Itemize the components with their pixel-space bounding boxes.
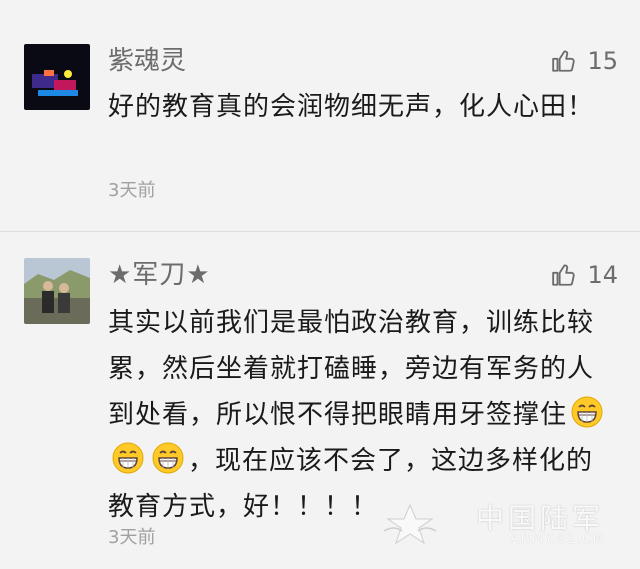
watermark: 中国陆军 ARMY.81.CN [382, 497, 622, 551]
avatar[interactable] [24, 258, 90, 324]
like-count: 15 [587, 47, 618, 75]
comment-1: 紫魂灵 15 好的教育真的会润物细无声，化人心田！ 3天前 [0, 0, 640, 232]
username[interactable]: ★军刀★ [108, 258, 211, 292]
timestamp: 3天前 [108, 180, 156, 201]
thumbs-up-icon [552, 264, 576, 286]
comment-text: 好的教育真的会润物细无声，化人心田！ [108, 92, 595, 122]
comment-text: 其实以前我们是最怕政治教育，训练比较累，然后坐着就打磕睡，旁边有军务的人到处看，… [108, 300, 612, 530]
comment-text-part-1: 其实以前我们是最怕政治教育，训练比较累，然后坐着就打磕睡，旁边有军务的人到处看，… [108, 308, 595, 430]
timestamp: 3天前 [108, 527, 156, 548]
night-city-avatar-icon [24, 44, 90, 110]
avatar[interactable] [24, 44, 90, 110]
two-people-photo-avatar-icon [24, 258, 90, 324]
watermark-url: ARMY.81.CN [509, 531, 604, 547]
like-button[interactable]: 14 [551, 258, 618, 292]
grinning-face-icon [571, 396, 603, 428]
like-count: 14 [587, 261, 618, 289]
username[interactable]: 紫魂灵 [108, 44, 186, 78]
like-button[interactable]: 15 [551, 44, 618, 78]
grinning-face-icon [152, 442, 184, 474]
thumbs-up-icon [552, 50, 576, 72]
grinning-face-icon [112, 442, 144, 474]
army-emblem-icon [383, 503, 437, 545]
